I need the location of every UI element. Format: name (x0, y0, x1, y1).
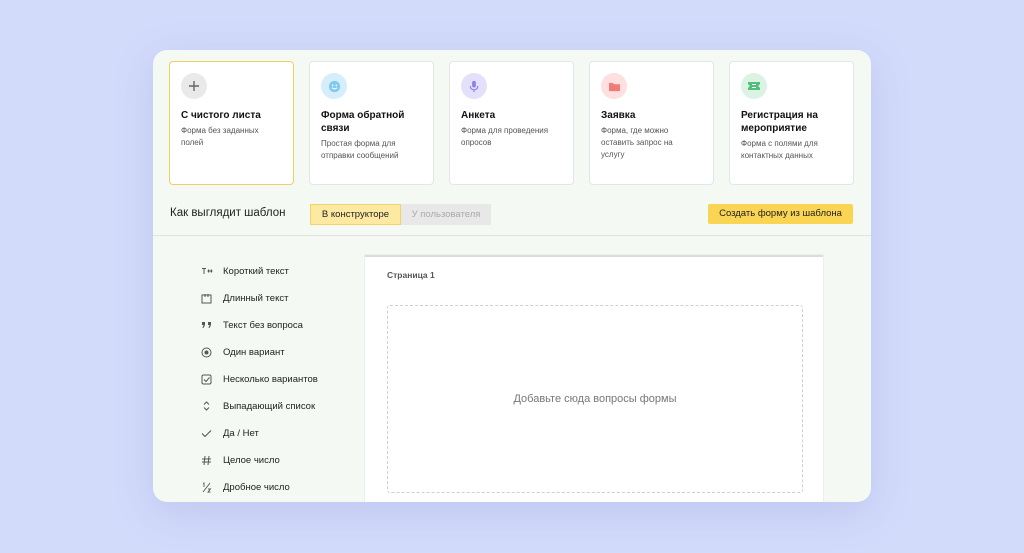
template-card-title: Форма обратной связи (321, 110, 405, 134)
template-card-title: С чистого листа (181, 110, 261, 121)
question-type-text-without-question[interactable]: Текст без вопроса (200, 317, 360, 333)
smile-icon (321, 73, 347, 99)
question-type-single-choice[interactable]: Один вариант (200, 344, 360, 360)
question-type-short-text[interactable]: Короткий текст (200, 263, 360, 279)
template-card-title: Регистрация на мероприятие (741, 110, 818, 134)
long-text-icon (200, 292, 213, 305)
fraction-icon (200, 481, 213, 494)
quote-icon (200, 319, 213, 332)
plus-icon (181, 73, 207, 99)
template-card-description: Форма для проведения опросов (461, 126, 549, 147)
question-type-decimal[interactable]: Дробное число (200, 479, 360, 495)
checkbox-icon (200, 373, 213, 386)
question-type-integer[interactable]: Целое число (200, 452, 360, 468)
ticket-icon (741, 73, 767, 99)
create-form-from-template-button[interactable]: Создать форму из шаблона (708, 204, 853, 224)
microphone-icon (461, 73, 487, 99)
template-card-description: Форма с полями для контактных данных (741, 139, 818, 160)
template-card-feedback[interactable]: Форма обратной связи Простая форма для о… (309, 61, 434, 185)
template-card-description: Форма, где можно оставить запрос на услу… (601, 126, 673, 159)
radio-icon (200, 346, 213, 359)
question-type-multiple-choice[interactable]: Несколько вариантов (200, 371, 360, 387)
question-type-yes-no[interactable]: Да / Нет (200, 425, 360, 441)
section-divider (153, 235, 871, 236)
template-card-blank[interactable]: С чистого листа Форма без заданных полей (169, 61, 294, 185)
tab-user-view[interactable]: У пользователя (401, 204, 491, 225)
dropdown-icon (200, 400, 213, 413)
template-card-title: Заявка (601, 110, 636, 121)
folder-icon (601, 73, 627, 99)
short-text-icon (200, 265, 213, 278)
dropzone-placeholder: Добавьте сюда вопросы формы (513, 393, 677, 405)
page-title: Страница 1 (387, 270, 435, 280)
form-builder-window: С чистого листа Форма без заданных полей… (153, 50, 871, 502)
template-card-request[interactable]: Заявка Форма, где можно оставить запрос … (589, 61, 714, 185)
questions-dropzone[interactable]: Добавьте сюда вопросы формы (387, 305, 803, 493)
template-card-event-registration[interactable]: Регистрация на мероприятие Форма с полям… (729, 61, 854, 185)
hash-icon (200, 454, 213, 467)
question-type-dropdown[interactable]: Выпадающий список (200, 398, 360, 414)
check-icon (200, 427, 213, 440)
template-card-description: Форма без заданных полей (181, 126, 259, 147)
form-page-canvas: Страница 1 Добавьте сюда вопросы формы (365, 255, 823, 502)
question-type-long-text[interactable]: Длинный текст (200, 290, 360, 306)
template-cards: С чистого листа Форма без заданных полей… (169, 61, 855, 186)
template-card-title: Анкета (461, 110, 496, 121)
template-view-label: Как выглядит шаблон (170, 207, 286, 219)
template-card-survey[interactable]: Анкета Форма для проведения опросов (449, 61, 574, 185)
tab-builder-view[interactable]: В конструкторе (310, 204, 401, 225)
template-card-description: Простая форма для отправки сообщений (321, 139, 399, 160)
